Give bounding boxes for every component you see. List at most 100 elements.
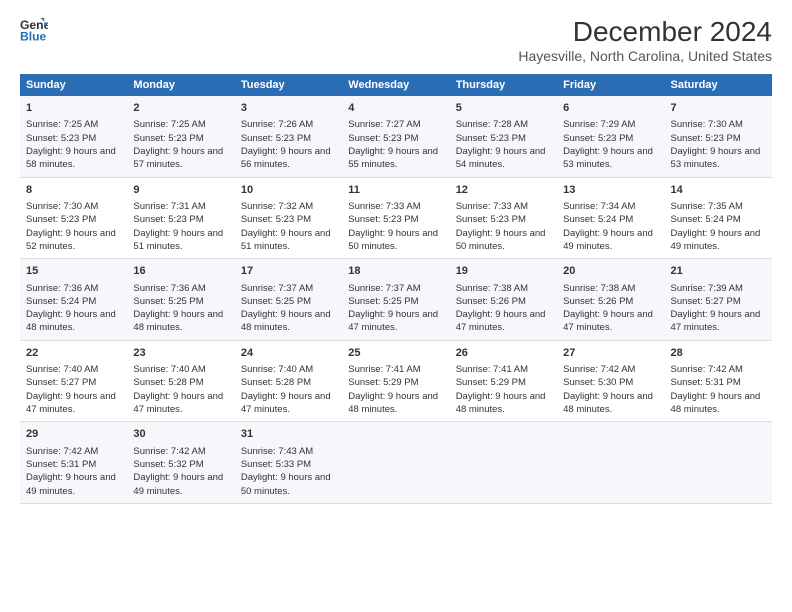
sunrise-label: Sunrise: 7:33 AM (456, 201, 528, 212)
sunset-label: Sunset: 5:27 PM (671, 296, 741, 307)
calendar-cell: 30Sunrise: 7:42 AMSunset: 5:32 PMDayligh… (127, 422, 234, 504)
calendar-cell: 2Sunrise: 7:25 AMSunset: 5:23 PMDaylight… (127, 96, 234, 177)
sunset-label: Sunset: 5:23 PM (241, 214, 311, 225)
col-header-thursday: Thursday (450, 74, 557, 96)
sunrise-label: Sunrise: 7:35 AM (671, 201, 743, 212)
day-number: 22 (26, 346, 121, 361)
day-number: 24 (241, 346, 336, 361)
sunrise-label: Sunrise: 7:40 AM (241, 364, 313, 375)
sunset-label: Sunset: 5:23 PM (26, 133, 96, 144)
calendar-cell: 17Sunrise: 7:37 AMSunset: 5:25 PMDayligh… (235, 259, 342, 341)
calendar-cell: 29Sunrise: 7:42 AMSunset: 5:31 PMDayligh… (20, 422, 127, 504)
sunset-label: Sunset: 5:23 PM (456, 133, 526, 144)
sunset-label: Sunset: 5:28 PM (241, 377, 311, 388)
sunset-label: Sunset: 5:23 PM (348, 214, 418, 225)
sunset-label: Sunset: 5:23 PM (26, 214, 96, 225)
day-number: 2 (133, 101, 228, 116)
col-header-monday: Monday (127, 74, 234, 96)
calendar-cell: 7 Sunrise: 7:30 AM Sunset: 5:23 PM Daylight… (665, 96, 772, 177)
sunset-label: Sunset: 5:31 PM (26, 459, 96, 470)
day-number: 1 (26, 101, 121, 116)
calendar-cell: 28Sunrise: 7:42 AMSunset: 5:31 PMDayligh… (665, 340, 772, 422)
calendar-cell: 9Sunrise: 7:31 AMSunset: 5:23 PMDaylight… (127, 177, 234, 259)
sunrise-label: Sunrise: 7:42 AM (563, 364, 635, 375)
calendar-cell: 25Sunrise: 7:41 AMSunset: 5:29 PMDayligh… (342, 340, 449, 422)
day-number: 31 (241, 427, 336, 442)
sunset-label: Sunset: 5:29 PM (348, 377, 418, 388)
daylight-label: Daylight: 9 hours and 56 minutes. (241, 146, 331, 170)
sunrise-label: Sunrise: 7:41 AM (456, 364, 528, 375)
daylight-label: Daylight: 9 hours and 48 minutes. (671, 391, 761, 415)
daylight-label: Daylight: 9 hours and 48 minutes. (456, 391, 546, 415)
daylight-label: Daylight: 9 hours and 52 minutes. (26, 228, 116, 252)
calendar-cell: 15Sunrise: 7:36 AMSunset: 5:24 PMDayligh… (20, 259, 127, 341)
calendar-cell: 4Sunrise: 7:27 AMSunset: 5:23 PMDaylight… (342, 96, 449, 177)
daylight-label: Daylight: 9 hours and 47 minutes. (563, 309, 653, 333)
day-number: 23 (133, 346, 228, 361)
daylight-label: Daylight: 9 hours and 49 minutes. (26, 472, 116, 496)
sunset-label: Sunset: 5:24 PM (671, 214, 741, 225)
daylight-label: Daylight: 9 hours and 48 minutes. (26, 309, 116, 333)
day-number: 28 (671, 346, 766, 361)
calendar-table: SundayMondayTuesdayWednesdayThursdayFrid… (20, 74, 772, 504)
sunset-label: Sunset: 5:23 PM (671, 133, 741, 144)
sunset-label: Sunset: 5:23 PM (456, 214, 526, 225)
day-number: 18 (348, 264, 443, 279)
sunrise-label: Sunrise: 7:38 AM (456, 283, 528, 294)
sunrise-label: Sunrise: 7:25 AM (26, 119, 98, 130)
sunset-label: Sunset: 5:26 PM (563, 296, 633, 307)
daylight-label: Daylight: 9 hours and 48 minutes. (241, 309, 331, 333)
daylight-label: Daylight: 9 hours and 53 minutes. (671, 146, 761, 170)
daylight-label: Daylight: 9 hours and 47 minutes. (671, 309, 761, 333)
daylight-label: Daylight: 9 hours and 50 minutes. (241, 472, 331, 496)
daylight-label: Daylight: 9 hours and 58 minutes. (26, 146, 116, 170)
subtitle: Hayesville, North Carolina, United State… (518, 48, 772, 64)
calendar-cell: 21Sunrise: 7:39 AMSunset: 5:27 PMDayligh… (665, 259, 772, 341)
day-number: 13 (563, 183, 658, 198)
calendar-cell: 18Sunrise: 7:37 AMSunset: 5:25 PMDayligh… (342, 259, 449, 341)
day-number: 20 (563, 264, 658, 279)
sunrise-label: Sunrise: 7:30 AM (671, 119, 743, 130)
sunrise-label: Sunrise: 7:36 AM (26, 283, 98, 294)
page: General Blue December 2024 Hayesville, N… (0, 0, 792, 612)
calendar-cell: 6Sunrise: 7:29 AMSunset: 5:23 PMDaylight… (557, 96, 664, 177)
sunset-label: Sunset: 5:31 PM (671, 377, 741, 388)
sunrise-label: Sunrise: 7:39 AM (671, 283, 743, 294)
day-number: 4 (348, 101, 443, 116)
calendar-cell: 24Sunrise: 7:40 AMSunset: 5:28 PMDayligh… (235, 340, 342, 422)
daylight-label: Daylight: 9 hours and 49 minutes. (671, 228, 761, 252)
calendar-cell: 1 Sunrise: 7:25 AM Sunset: 5:23 PM Daylight… (20, 96, 127, 177)
daylight-label: Daylight: 9 hours and 49 minutes. (133, 472, 223, 496)
svg-text:Blue: Blue (20, 29, 47, 43)
day-number: 7 (671, 101, 766, 116)
calendar-cell: 27Sunrise: 7:42 AMSunset: 5:30 PMDayligh… (557, 340, 664, 422)
sunrise-label: Sunrise: 7:30 AM (26, 201, 98, 212)
calendar-cell: 10Sunrise: 7:32 AMSunset: 5:23 PMDayligh… (235, 177, 342, 259)
day-number: 9 (133, 183, 228, 198)
calendar-cell: 20Sunrise: 7:38 AMSunset: 5:26 PMDayligh… (557, 259, 664, 341)
daylight-label: Daylight: 9 hours and 48 minutes. (563, 391, 653, 415)
calendar-cell: 16Sunrise: 7:36 AMSunset: 5:25 PMDayligh… (127, 259, 234, 341)
sunrise-label: Sunrise: 7:31 AM (133, 201, 205, 212)
calendar-cell (557, 422, 664, 504)
sunset-label: Sunset: 5:33 PM (241, 459, 311, 470)
sunrise-label: Sunrise: 7:42 AM (133, 446, 205, 457)
daylight-label: Daylight: 9 hours and 48 minutes. (133, 309, 223, 333)
sunset-label: Sunset: 5:23 PM (563, 133, 633, 144)
calendar-cell: 12Sunrise: 7:33 AMSunset: 5:23 PMDayligh… (450, 177, 557, 259)
day-number: 10 (241, 183, 336, 198)
sunset-label: Sunset: 5:23 PM (133, 214, 203, 225)
daylight-label: Daylight: 9 hours and 49 minutes. (563, 228, 653, 252)
logo-icon: General Blue (20, 16, 48, 44)
sunset-label: Sunset: 5:28 PM (133, 377, 203, 388)
daylight-label: Daylight: 9 hours and 53 minutes. (563, 146, 653, 170)
calendar-cell: 13Sunrise: 7:34 AMSunset: 5:24 PMDayligh… (557, 177, 664, 259)
sunset-label: Sunset: 5:23 PM (241, 133, 311, 144)
sunset-label: Sunset: 5:25 PM (133, 296, 203, 307)
col-header-friday: Friday (557, 74, 664, 96)
day-number: 25 (348, 346, 443, 361)
daylight-label: Daylight: 9 hours and 47 minutes. (26, 391, 116, 415)
sunset-label: Sunset: 5:25 PM (241, 296, 311, 307)
calendar-cell: 23Sunrise: 7:40 AMSunset: 5:28 PMDayligh… (127, 340, 234, 422)
sunset-label: Sunset: 5:24 PM (26, 296, 96, 307)
